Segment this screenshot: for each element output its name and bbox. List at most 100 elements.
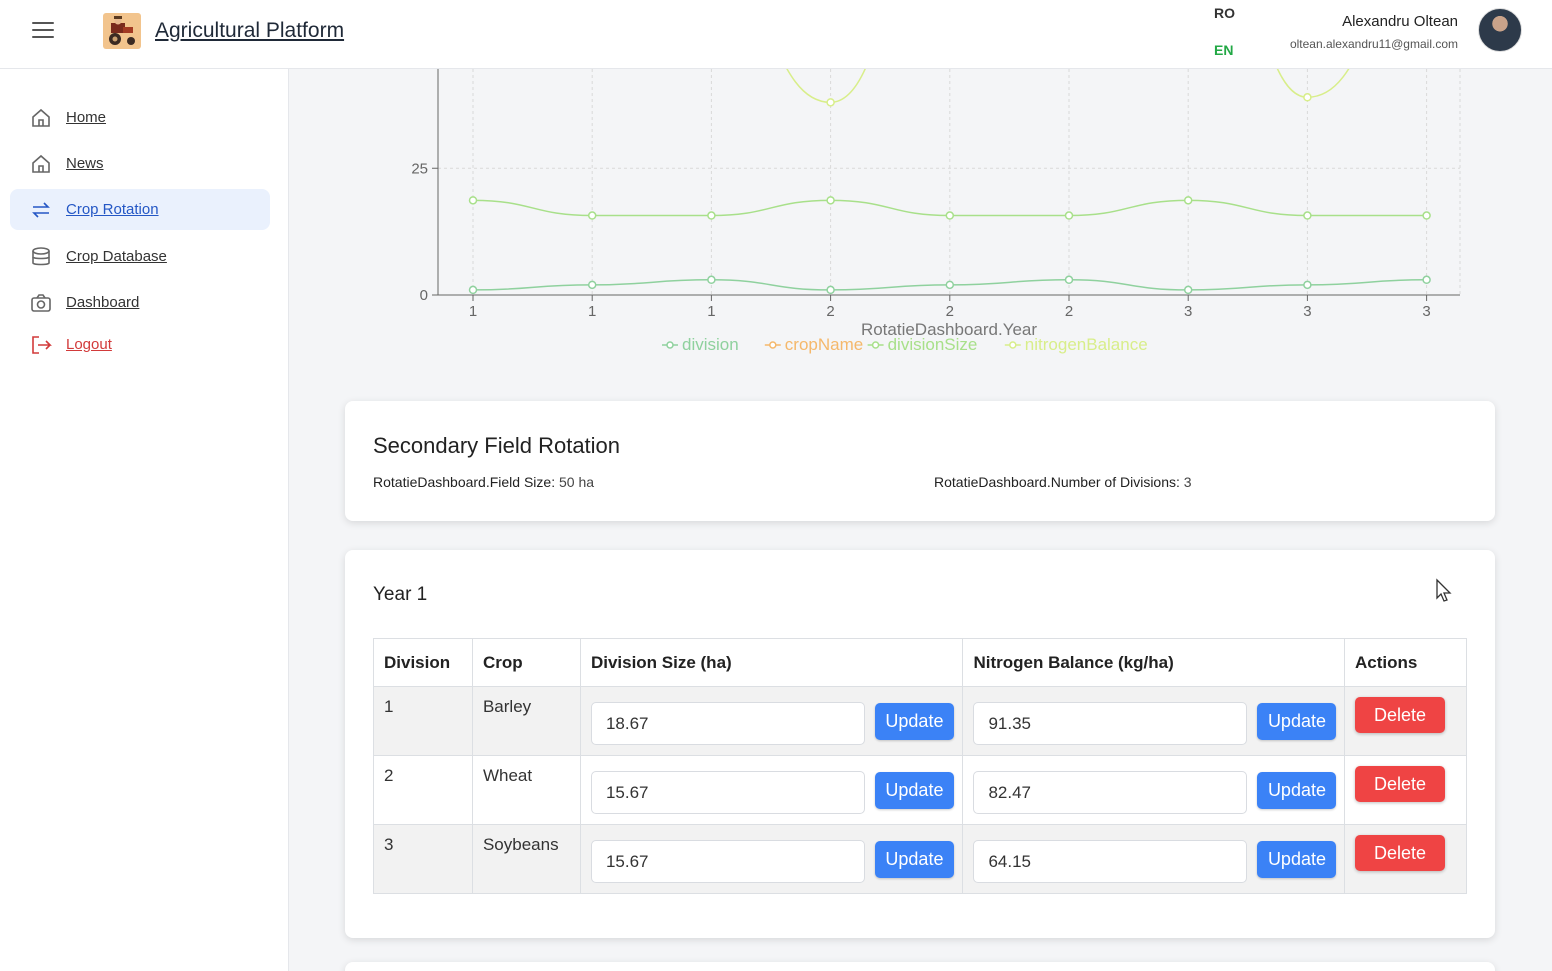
camera-icon (31, 294, 51, 312)
data-point-divisionSize (1303, 211, 1312, 220)
legend-marker-divisionSize (871, 341, 880, 349)
top-header: Agricultural Platform RO EN Alexandru Ol… (0, 0, 1552, 69)
column-header: Actions (1344, 638, 1467, 687)
data-point-divisionSize (1183, 196, 1193, 205)
sidebar-item-crop-database[interactable]: Crop Database (10, 236, 270, 277)
language-en-button[interactable]: EN (1214, 42, 1233, 58)
update-nitrogen-button[interactable]: Update (1257, 841, 1337, 878)
y-tick-label: 0 (420, 287, 428, 304)
data-point-division (1303, 280, 1312, 290)
home-icon (32, 154, 50, 173)
x-tick-label: 3 (1303, 303, 1311, 320)
update-size-button[interactable]: Update (874, 841, 954, 878)
size-cell: Update (579, 686, 964, 756)
legend-label-cropName: cropName (785, 335, 863, 354)
data-point-nitrogenBalance (1303, 93, 1312, 102)
actions-cell: Delete (1344, 824, 1467, 894)
x-tick-label: 2 (826, 303, 834, 320)
division-size-input[interactable] (590, 702, 865, 745)
update-size-button[interactable]: Update (874, 772, 954, 809)
crop-cell: Soybeans (471, 824, 581, 894)
update-size-button[interactable]: Update (874, 703, 954, 740)
data-point-nitrogenBalance (826, 98, 835, 107)
column-header: Division Size (ha) (579, 638, 964, 687)
nitrogen-cell: Update (962, 824, 1346, 894)
division-size-input[interactable] (590, 771, 865, 814)
table-header-row: Division Crop Division Size (ha) Nitroge… (373, 638, 1467, 687)
app-title-link[interactable]: Agricultural Platform (155, 19, 344, 43)
division-cell: 1 (373, 686, 473, 756)
field-info-card: Secondary Field Rotation RotatieDashboar… (345, 401, 1495, 521)
delete-button[interactable]: Delete (1355, 766, 1446, 802)
y-tick-label: 25 (411, 160, 428, 177)
size-cell: Update (579, 755, 964, 825)
data-point-division (707, 275, 716, 285)
field-size-label: RotatieDashboard.Field Size: (373, 474, 556, 490)
data-point-divisionSize (468, 196, 478, 205)
year-title: Year 1 (373, 584, 428, 605)
series-line-nitrogenBalance (786, 69, 1350, 104)
data-point-divisionSize (587, 211, 597, 220)
actions-cell: Delete (1344, 755, 1467, 825)
legend-label-nitrogenBalance: nitrogenBalance (1025, 335, 1148, 354)
data-point-division (1183, 285, 1193, 295)
divisions-label: RotatieDashboard.Number of Divisions: (934, 474, 1180, 490)
table-row: 1 Barley Update Update Delete (373, 686, 1467, 756)
delete-button[interactable]: Delete (1355, 697, 1446, 733)
sidebar-item-dashboard[interactable]: Dashboard (10, 282, 270, 323)
x-tick-label: 2 (1065, 303, 1073, 320)
data-point-division (468, 285, 478, 295)
table-row: 2 Wheat Update Update Delete (373, 755, 1467, 825)
menu-icon[interactable] (32, 22, 54, 40)
sidebar-item-home[interactable]: Home (10, 97, 270, 138)
x-tick-label: 2 (946, 303, 954, 320)
update-nitrogen-button[interactable]: Update (1257, 703, 1337, 740)
mouse-cursor-icon (1436, 578, 1452, 602)
crop-cell: Wheat (471, 755, 581, 825)
field-size-value: 50 ha (559, 474, 595, 490)
division-cell: 2 (373, 755, 473, 825)
user-email: oltean.alexandru11@gmail.com (1289, 37, 1458, 51)
data-point-division (945, 280, 955, 290)
data-point-divisionSize (1064, 211, 1074, 220)
division-table: Division Crop Division Size (ha) Nitroge… (373, 638, 1467, 894)
language-ro-button[interactable]: RO (1214, 5, 1235, 21)
x-tick-label: 1 (588, 303, 596, 320)
nitrogen-balance-input[interactable] (973, 702, 1248, 745)
update-nitrogen-button[interactable]: Update (1257, 772, 1337, 809)
sidebar: Home News Crop Rotation Crop Database Da… (0, 69, 289, 971)
nitrogen-balance-input[interactable] (973, 840, 1248, 883)
sidebar-item-label: Logout (66, 336, 112, 353)
legend-label-divisionSize: divisionSize (888, 335, 978, 354)
sidebar-item-news[interactable]: News (10, 143, 270, 184)
sidebar-item-logout[interactable]: Logout (10, 324, 270, 365)
delete-button[interactable]: Delete (1355, 835, 1446, 871)
column-header: Crop (471, 638, 581, 687)
user-name: Alexandru Oltean (1342, 13, 1458, 30)
legend-marker-cropName (769, 341, 777, 349)
sidebar-item-label: Crop Rotation (66, 201, 159, 218)
tractor-logo-icon (103, 13, 141, 49)
data-point-division (1064, 275, 1074, 285)
sidebar-item-crop-rotation[interactable]: Crop Rotation (10, 189, 270, 230)
database-icon (32, 247, 50, 266)
actions-cell: Delete (1344, 686, 1467, 756)
data-point-division (587, 280, 597, 290)
division-size-input[interactable] (590, 840, 865, 883)
column-header: Division (373, 638, 473, 687)
avatar[interactable] (1478, 8, 1522, 52)
sidebar-item-label: Crop Database (66, 248, 167, 265)
data-point-division (1422, 275, 1431, 285)
data-point-divisionSize (707, 211, 716, 220)
sidebar-item-label: Home (66, 109, 107, 126)
crop-cell: Barley (471, 686, 581, 756)
x-tick-label: 3 (1184, 303, 1192, 320)
data-point-divisionSize (1422, 211, 1431, 220)
x-tick-label: 1 (707, 303, 715, 320)
nitrogen-balance-input[interactable] (973, 771, 1248, 814)
year-card: Year 1 Division Crop Division Size (ha) … (345, 550, 1495, 938)
swap-arrows-icon (32, 202, 50, 218)
x-tick-label: 1 (469, 303, 477, 320)
legend-label-division: division (682, 335, 739, 354)
rotation-line-chart: 0 25 1 1 1 2 2 2 3 3 3 RotatieDashboard.Year divisio… (290, 69, 1552, 379)
